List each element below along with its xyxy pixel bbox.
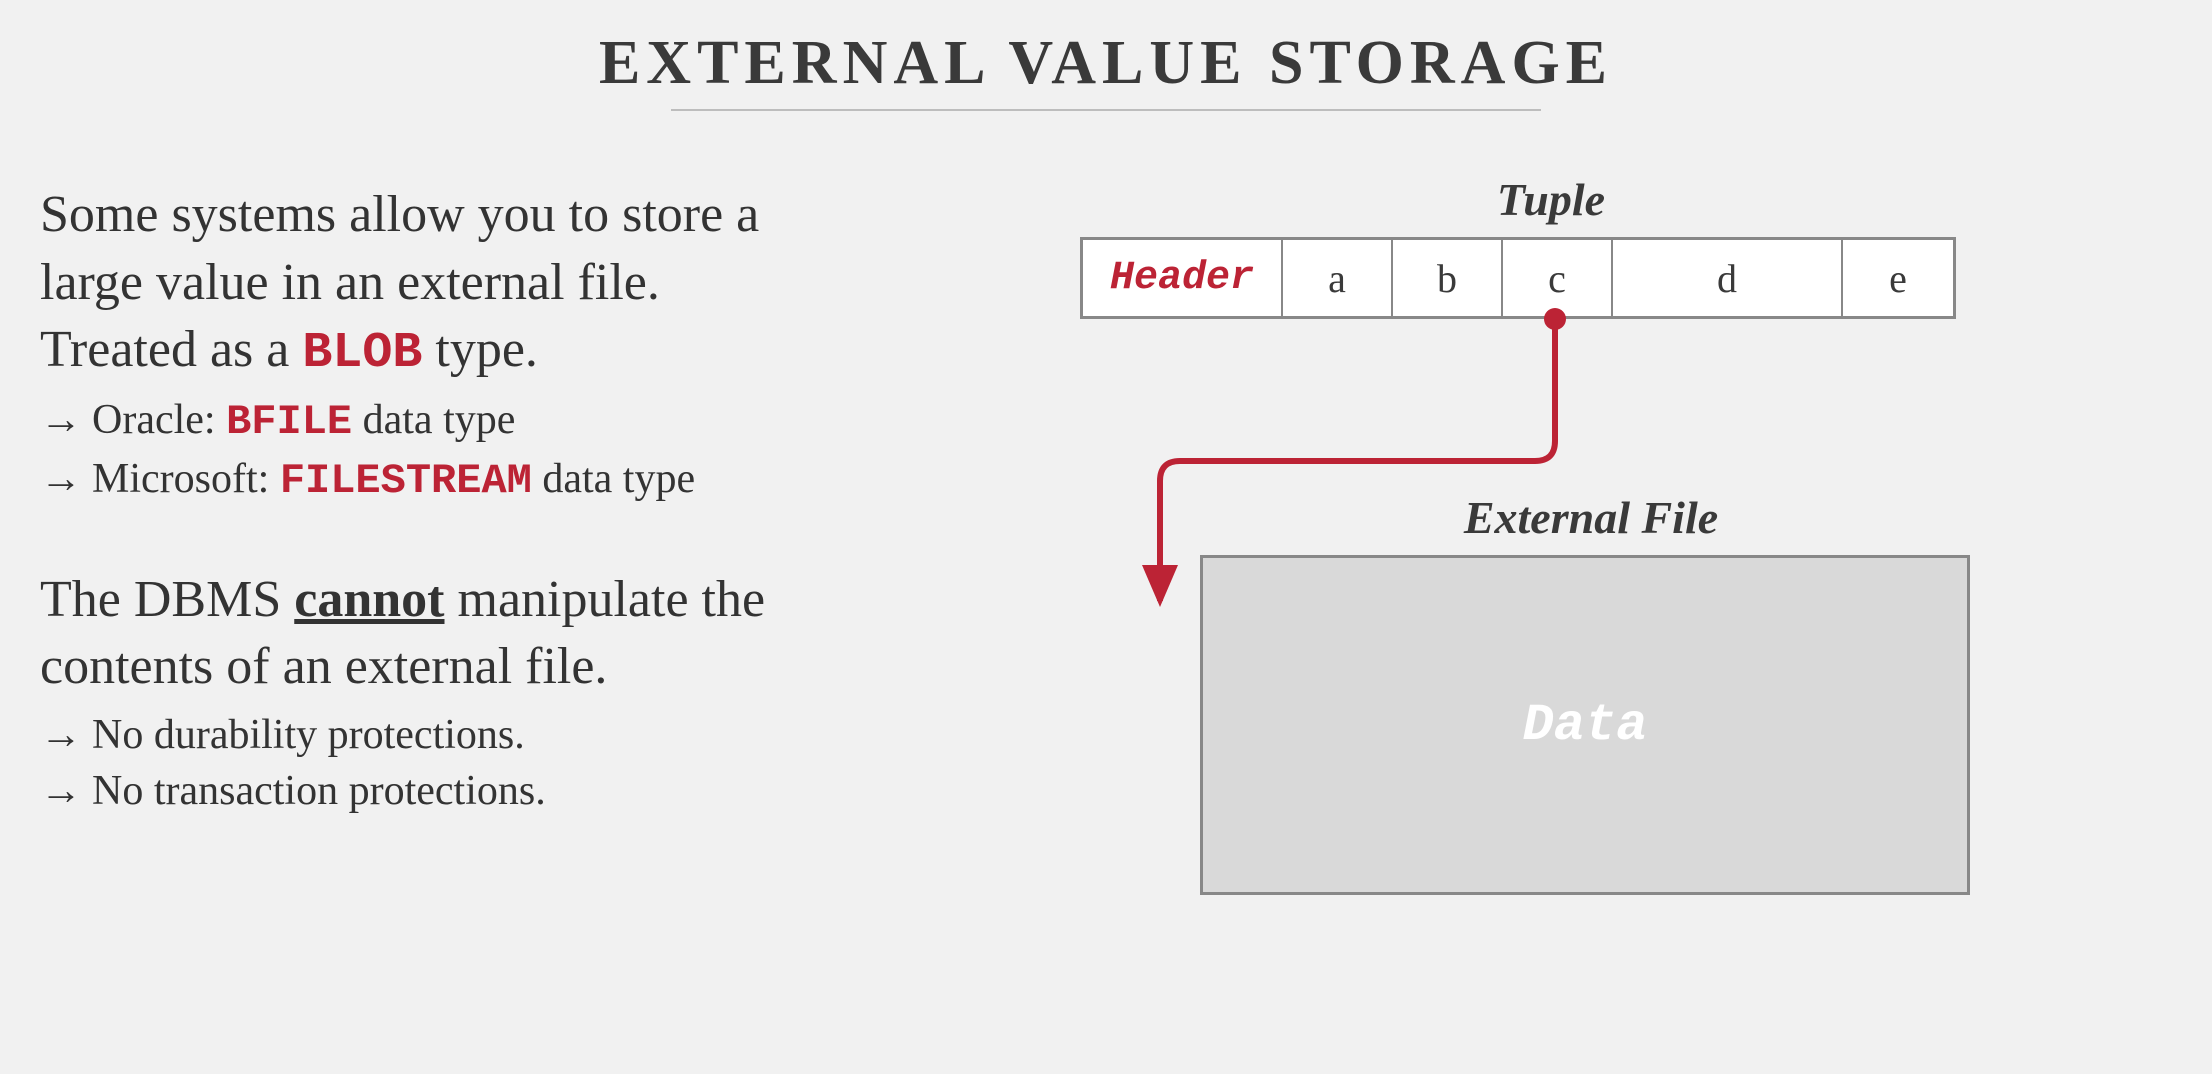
external-file-data-label: Data — [1523, 696, 1648, 755]
arrow-icon: → — [40, 763, 92, 820]
arrow-icon: → — [40, 451, 92, 508]
tuple-cell-a: a — [1283, 240, 1393, 316]
tuple-cell-e: e — [1843, 240, 1953, 316]
p1-line1: Some systems allow you to store a — [40, 186, 759, 243]
sub2-post: data type — [532, 456, 695, 502]
sub2-pre: Microsoft: — [92, 456, 280, 502]
sub4-text: No transaction protections. — [92, 768, 546, 814]
cannot-emphasis: cannot — [294, 571, 444, 628]
blob-keyword: BLOB — [302, 325, 422, 382]
arrow-icon: → — [40, 392, 92, 449]
p1-line3-post: type. — [422, 321, 538, 378]
sub3-text: No durability protections. — [92, 712, 525, 758]
p2-mid: manipulate the — [445, 571, 766, 628]
sub1-pre: Oracle: — [92, 397, 226, 443]
sub1-post: data type — [352, 397, 515, 443]
title-underline — [671, 109, 1541, 111]
text-column: Some systems allow you to store a large … — [40, 181, 1020, 820]
paragraph-2: The DBMS cannot manipulate the contents … — [40, 566, 1020, 701]
slide-body: Some systems allow you to store a large … — [0, 181, 2212, 820]
tuple-label: Tuple — [1020, 173, 2082, 226]
slide-title: EXTERNAL VALUE STORAGE — [0, 28, 2212, 99]
external-file-label: External File — [1020, 491, 2162, 544]
tuple-cell-d: d — [1613, 240, 1843, 316]
bfile-keyword: BFILE — [226, 398, 352, 446]
slide: EXTERNAL VALUE STORAGE Some systems allo… — [0, 0, 2212, 1074]
p2-pre: The DBMS — [40, 571, 294, 628]
filestream-keyword: FILESTREAM — [280, 457, 532, 505]
diagram-column: Tuple Header a b c d e External File Dat… — [1020, 181, 2162, 820]
arrow-icon: → — [40, 707, 92, 764]
tuple-row: Header a b c d e — [1080, 237, 1956, 319]
sub-transaction: →No transaction protections. — [40, 763, 1020, 820]
sub-microsoft: →Microsoft: FILESTREAM data type — [40, 451, 1020, 510]
paragraph-1: Some systems allow you to store a large … — [40, 181, 1020, 386]
p2-line2: contents of an external file. — [40, 638, 607, 695]
tuple-cell-b: b — [1393, 240, 1503, 316]
p1-line2: large value in an external file. — [40, 254, 660, 311]
external-file-box: Data — [1200, 555, 1970, 895]
tuple-cell-c: c — [1503, 240, 1613, 316]
tuple-header-cell: Header — [1083, 240, 1283, 316]
sub-durability: →No durability protections. — [40, 707, 1020, 764]
p1-line3-pre: Treated as a — [40, 321, 302, 378]
sub-oracle: →Oracle: BFILE data type — [40, 392, 1020, 451]
